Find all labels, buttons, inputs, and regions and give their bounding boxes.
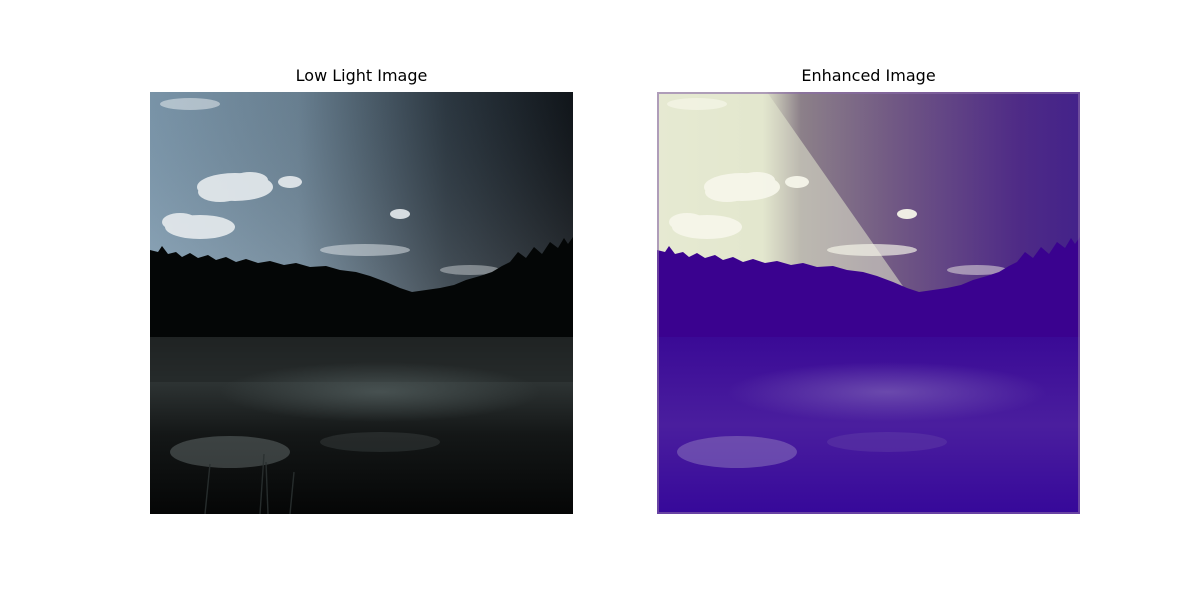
enhanced-title: Enhanced Image: [801, 66, 936, 85]
figure: Low Light Image Enhanced Image: [0, 0, 1200, 600]
low-light-image: [150, 92, 573, 514]
enhanced-image: [657, 92, 1080, 514]
low-light-title: Low Light Image: [295, 66, 428, 85]
